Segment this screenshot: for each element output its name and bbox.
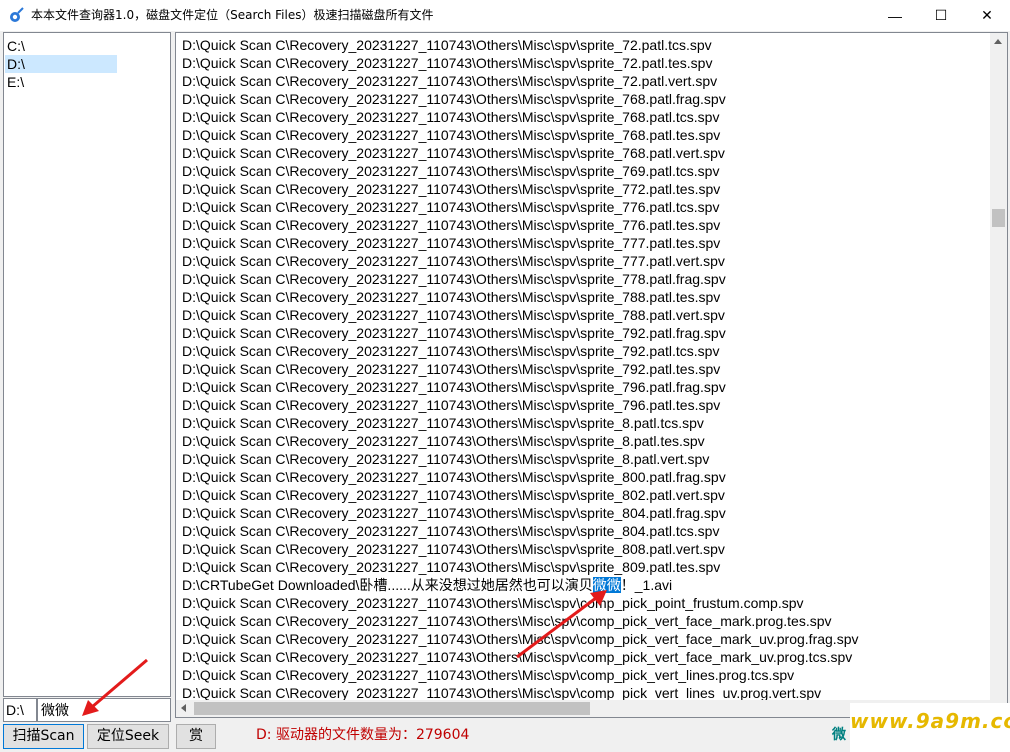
result-row[interactable]: D:\Quick Scan C\Recovery_20231227_110743… (182, 648, 990, 666)
result-row[interactable]: D:\Quick Scan C\Recovery_20231227_110743… (182, 234, 990, 252)
window-title: 本本文件查询器1.0，磁盘文件定位（Search Files）极速扫描磁盘所有文… (31, 8, 434, 22)
close-button[interactable]: ✕ (964, 0, 1010, 31)
result-row[interactable]: D:\Quick Scan C\Recovery_20231227_110743… (182, 414, 990, 432)
match-text-before: D:\CRTubeGet Downloaded\卧槽......从来没想过她居然… (182, 577, 593, 593)
site-watermark: www.9a9m.com (850, 703, 1010, 752)
result-row[interactable]: D:\Quick Scan C\Recovery_20231227_110743… (182, 162, 990, 180)
result-row[interactable]: D:\Quick Scan C\Recovery_20231227_110743… (182, 450, 990, 468)
result-row[interactable]: D:\Quick Scan C\Recovery_20231227_110743… (182, 144, 990, 162)
drive-item-e[interactable]: E:\ (5, 73, 117, 91)
maximize-button[interactable]: ☐ (918, 0, 964, 31)
scroll-left-icon[interactable] (181, 704, 186, 712)
seek-button[interactable]: 定位Seek (87, 724, 169, 749)
results-panel[interactable]: D:\Quick Scan C\Recovery_20231227_110743… (175, 32, 1008, 718)
result-row[interactable]: D:\Quick Scan C\Recovery_20231227_110743… (182, 72, 990, 90)
result-row[interactable]: D:\Quick Scan C\Recovery_20231227_110743… (182, 594, 990, 612)
result-row[interactable]: D:\Quick Scan C\Recovery_20231227_110743… (182, 288, 990, 306)
result-row-match[interactable]: D:\CRTubeGet Downloaded\卧槽......从来没想过她居然… (182, 576, 990, 594)
result-row[interactable]: D:\Quick Scan C\Recovery_20231227_110743… (182, 360, 990, 378)
vertical-scrollbar[interactable] (990, 33, 1007, 700)
result-row[interactable]: D:\Quick Scan C\Recovery_20231227_110743… (182, 108, 990, 126)
result-row[interactable]: D:\Quick Scan C\Recovery_20231227_110743… (182, 666, 990, 684)
result-row[interactable]: D:\Quick Scan C\Recovery_20231227_110743… (182, 432, 990, 450)
drive-list[interactable]: C:\ D:\ E:\ (3, 32, 171, 697)
search-input[interactable] (37, 698, 171, 722)
result-row[interactable]: D:\Quick Scan C\Recovery_20231227_110743… (182, 198, 990, 216)
vertical-scroll-thumb[interactable] (992, 209, 1005, 227)
title-bar: 本本文件查询器1.0，磁盘文件定位（Search Files）极速扫描磁盘所有文… (0, 0, 1010, 31)
status-extra: 微 (832, 727, 846, 743)
result-row[interactable]: D:\Quick Scan C\Recovery_20231227_110743… (182, 54, 990, 72)
results-list[interactable]: D:\Quick Scan C\Recovery_20231227_110743… (182, 36, 990, 701)
result-row[interactable]: D:\Quick Scan C\Recovery_20231227_110743… (182, 324, 990, 342)
watermark-text: www.9a9m.com (850, 709, 1010, 733)
result-row[interactable]: D:\Quick Scan C\Recovery_20231227_110743… (182, 612, 990, 630)
result-row[interactable]: D:\Quick Scan C\Recovery_20231227_110743… (182, 522, 990, 540)
drive-item-d[interactable]: D:\ (5, 55, 117, 73)
drive-path-field[interactable]: D:\ (3, 698, 37, 722)
scroll-up-icon[interactable] (994, 39, 1002, 44)
horizontal-scroll-thumb[interactable] (194, 702, 590, 715)
result-row[interactable]: D:\Quick Scan C\Recovery_20231227_110743… (182, 396, 990, 414)
result-row[interactable]: D:\Quick Scan C\Recovery_20231227_110743… (182, 180, 990, 198)
result-row[interactable]: D:\Quick Scan C\Recovery_20231227_110743… (182, 306, 990, 324)
reward-button[interactable]: 赏 (176, 724, 216, 749)
result-row[interactable]: D:\Quick Scan C\Recovery_20231227_110743… (182, 342, 990, 360)
result-row[interactable]: D:\Quick Scan C\Recovery_20231227_110743… (182, 684, 990, 701)
app-logo-icon (10, 7, 24, 22)
result-row[interactable]: D:\Quick Scan C\Recovery_20231227_110743… (182, 36, 990, 54)
result-row[interactable]: D:\Quick Scan C\Recovery_20231227_110743… (182, 468, 990, 486)
drive-item-c[interactable]: C:\ (5, 37, 117, 55)
minimize-button[interactable]: — (872, 0, 918, 31)
result-row[interactable]: D:\Quick Scan C\Recovery_20231227_110743… (182, 270, 990, 288)
result-row[interactable]: D:\Quick Scan C\Recovery_20231227_110743… (182, 378, 990, 396)
result-row[interactable]: D:\Quick Scan C\Recovery_20231227_110743… (182, 90, 990, 108)
file-count-status: D: 驱动器的文件数量为：279604 (256, 727, 470, 743)
scan-button[interactable]: 扫描Scan (3, 724, 84, 749)
result-row[interactable]: D:\Quick Scan C\Recovery_20231227_110743… (182, 252, 990, 270)
result-row[interactable]: D:\Quick Scan C\Recovery_20231227_110743… (182, 540, 990, 558)
result-row[interactable]: D:\Quick Scan C\Recovery_20231227_110743… (182, 504, 990, 522)
result-row[interactable]: D:\Quick Scan C\Recovery_20231227_110743… (182, 216, 990, 234)
result-row[interactable]: D:\Quick Scan C\Recovery_20231227_110743… (182, 486, 990, 504)
result-row[interactable]: D:\Quick Scan C\Recovery_20231227_110743… (182, 558, 990, 576)
result-row[interactable]: D:\Quick Scan C\Recovery_20231227_110743… (182, 126, 990, 144)
match-highlight: 微微 (592, 577, 621, 593)
result-row[interactable]: D:\Quick Scan C\Recovery_20231227_110743… (182, 630, 990, 648)
match-text-after: ！_1.avi (620, 577, 673, 593)
